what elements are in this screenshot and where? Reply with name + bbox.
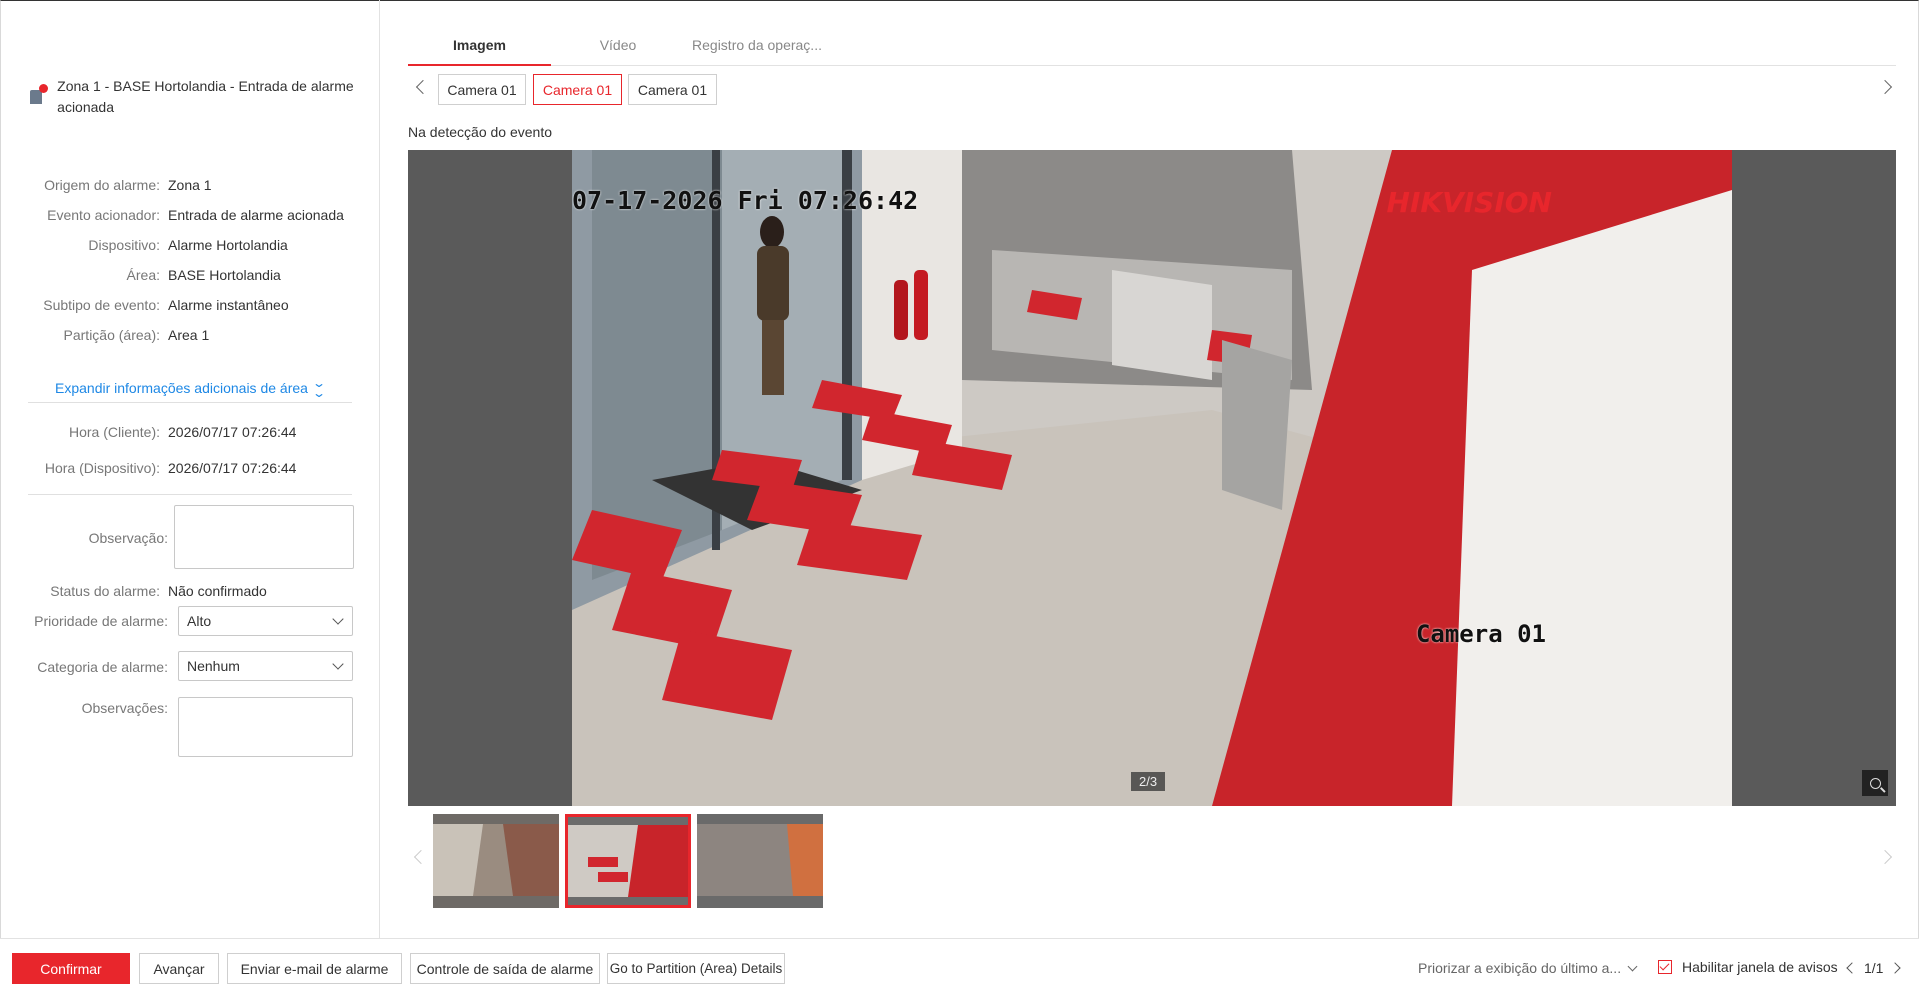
- chevron-left-icon[interactable]: [413, 849, 429, 865]
- detail-value: Alarme instantâneo: [168, 297, 289, 313]
- media-tabs: Imagem Vídeo Registro da operaç...: [408, 30, 1896, 66]
- category-label: Categoria de alarme:: [37, 659, 168, 675]
- tab-operation-log[interactable]: Registro da operaç...: [682, 30, 832, 66]
- image-viewer[interactable]: 07-17-2026 Fri 07:26:42 HIKVISION Camera…: [408, 150, 1896, 806]
- remarks-textarea[interactable]: [178, 697, 353, 757]
- detail-label: Origem do alarme:: [44, 177, 160, 193]
- detail-label: Área:: [126, 267, 160, 283]
- time-client-label: Hora (Cliente):: [68, 424, 160, 440]
- time-device-label: Hora (Dispositivo):: [44, 460, 160, 476]
- tab-image[interactable]: Imagem: [408, 30, 551, 66]
- divider: [28, 402, 352, 403]
- action-bar: Confirmar Avançar Enviar e-mail de alarm…: [0, 938, 1919, 990]
- detail-row-partition: Partição (área): Area 1: [0, 327, 380, 343]
- priority-select-value: Alto: [187, 613, 212, 629]
- chevron-right-icon[interactable]: [1889, 962, 1902, 974]
- thumbnail-image: [697, 814, 823, 908]
- time-device-row: Hora (Dispositivo): 2026/07/17 07:26:44: [0, 460, 380, 476]
- time-client-row: Hora (Cliente): 2026/07/17 07:26:44: [0, 424, 380, 440]
- chevron-down-icon: [332, 613, 344, 625]
- time-client-value: 2026/07/17 07:26:44: [168, 424, 297, 440]
- thumbnail-strip: [408, 812, 1896, 908]
- detail-row-trigger-event: Evento acionador: Entrada de alarme acio…: [0, 207, 380, 223]
- alarm-title: Zona 1 - BASE Hortolandia - Entrada de a…: [57, 78, 354, 115]
- detail-value: BASE Hortolandia: [168, 267, 281, 283]
- tab-video[interactable]: Vídeo: [568, 30, 668, 66]
- capture-caption: Na detecção do evento: [408, 124, 552, 140]
- detail-row-origin: Origem do alarme: Zona 1: [0, 177, 380, 193]
- detail-label: Partição (área):: [63, 327, 160, 343]
- alarm-details-panel: Zona 1 - BASE Hortolandia - Entrada de a…: [0, 0, 380, 938]
- time-device-value: 2026/07/17 07:26:44: [168, 460, 297, 476]
- zoom-button[interactable]: [1862, 770, 1888, 796]
- camera-button-3[interactable]: Camera 01: [628, 74, 717, 105]
- observation-label: Observação:: [88, 530, 168, 546]
- camera-selector: Camera 01 Camera 01 Camera 01: [408, 74, 1896, 106]
- thumbnail-3[interactable]: [697, 814, 823, 908]
- double-chevron-down-icon: ⌄ ⌄: [311, 376, 327, 400]
- pager: 1/1: [1846, 960, 1902, 976]
- chevron-left-icon[interactable]: [1846, 962, 1858, 974]
- chevron-right-icon[interactable]: [1877, 79, 1893, 95]
- detail-value: Zona 1: [168, 177, 212, 193]
- image-counter: 2/3: [1131, 772, 1166, 791]
- osd-brand-logo: HIKVISION: [1386, 186, 1552, 219]
- alarm-icon: [28, 84, 48, 106]
- chevron-left-icon[interactable]: [415, 79, 431, 95]
- priority-select[interactable]: Alto: [178, 606, 353, 636]
- priority-label: Prioridade de alarme:: [34, 613, 168, 629]
- thumbnail-image: [568, 817, 688, 905]
- enable-popup-toggle[interactable]: Habilitar janela de avisos: [1658, 959, 1838, 975]
- confirm-button[interactable]: Confirmar: [12, 953, 130, 984]
- thumbnail-2[interactable]: [565, 814, 691, 908]
- pager-value: 1/1: [1864, 960, 1884, 976]
- chevron-down-icon: [332, 658, 344, 670]
- remarks-label: Observações:: [81, 700, 168, 716]
- prioritize-dropdown[interactable]: Priorizar a exibição do último a...: [1418, 960, 1638, 976]
- category-select-value: Nenhum: [187, 658, 240, 674]
- alarm-status-label: Status do alarme:: [50, 583, 160, 599]
- detail-row-event-subtype: Subtipo de evento: Alarme instantâneo: [0, 297, 380, 313]
- prioritize-label: Priorizar a exibição do último a...: [1418, 960, 1622, 976]
- osd-timestamp: 07-17-2026 Fri 07:26:42: [572, 186, 919, 215]
- detail-value: Area 1: [168, 327, 210, 343]
- detail-label: Dispositivo:: [88, 237, 160, 253]
- expand-area-info-link[interactable]: Expandir informações adicionais de área …: [55, 376, 327, 400]
- send-email-button[interactable]: Enviar e-mail de alarme: [227, 953, 402, 984]
- detail-label: Subtipo de evento:: [43, 297, 160, 313]
- checkbox-checked-icon[interactable]: [1658, 960, 1672, 974]
- expand-area-info-label: Expandir informações adicionais de área: [55, 380, 308, 396]
- chevron-right-icon[interactable]: [1877, 849, 1893, 865]
- alarm-status-row: Status do alarme: Não confirmado: [0, 583, 380, 599]
- category-select[interactable]: Nenhum: [178, 651, 353, 681]
- enable-popup-label: Habilitar janela de avisos: [1682, 959, 1838, 975]
- detail-value: Alarme Hortolandia: [168, 237, 288, 253]
- chevron-down-icon: [1627, 961, 1638, 971]
- detail-label: Evento acionador:: [47, 207, 160, 223]
- osd-camera-name: Camera 01: [1415, 620, 1546, 648]
- observation-textarea[interactable]: [174, 505, 354, 569]
- partition-details-button[interactable]: Go to Partition (Area) Details: [607, 953, 785, 984]
- next-button[interactable]: Avançar: [139, 953, 219, 984]
- camera-snapshot: 07-17-2026 Fri 07:26:42 HIKVISION Camera…: [572, 150, 1732, 806]
- camera-scene-image: [572, 150, 1732, 806]
- alarm-status-value: Não confirmado: [168, 583, 267, 599]
- alarm-header: Zona 1 - BASE Hortolandia - Entrada de a…: [28, 76, 358, 118]
- detail-row-area: Área: BASE Hortolandia: [0, 267, 380, 283]
- thumbnail-1[interactable]: [433, 814, 559, 908]
- alarm-output-control-button[interactable]: Controle de saída de alarme: [410, 953, 600, 984]
- detail-row-device: Dispositivo: Alarme Hortolandia: [0, 237, 380, 253]
- camera-button-2[interactable]: Camera 01: [533, 74, 622, 105]
- zoom-in-icon: [1869, 777, 1881, 789]
- detail-value: Entrada de alarme acionada: [168, 207, 344, 223]
- camera-button-1[interactable]: Camera 01: [438, 74, 526, 105]
- thumbnail-image: [433, 814, 559, 908]
- divider: [28, 494, 352, 495]
